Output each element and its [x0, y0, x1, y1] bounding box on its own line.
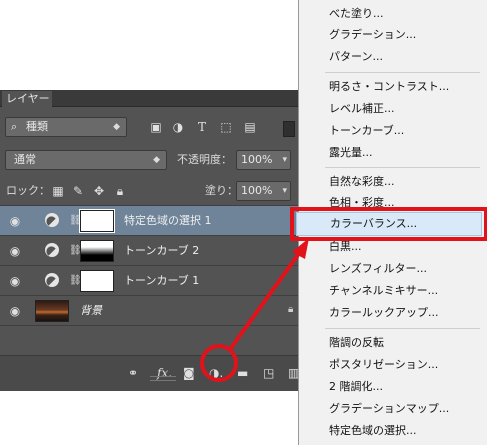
blend-row: 通常 ◆ 不透明度： 100% ▾: [0, 150, 300, 172]
fill-label: 塗り：: [205, 184, 238, 197]
menu-item[interactable]: 白黒...: [329, 240, 362, 254]
layer-row-background[interactable]: ◉ 背景 🔒︎: [0, 296, 300, 326]
menu-item[interactable]: パターン...: [329, 50, 383, 64]
menu-item[interactable]: レンズフィルター...: [329, 262, 427, 276]
layer-name: 特定色域の選択 1: [124, 214, 212, 227]
layer-list: ◉ ⛓︎ 特定色域の選択 1 ◉ ⛓︎ トーンカーブ 2 ◉ ⛓︎ トーンカーブ…: [0, 205, 300, 326]
layer-row-selective-color[interactable]: ◉ ⛓︎ 特定色域の選択 1: [0, 206, 300, 236]
layer-mask-thumbnail[interactable]: [80, 240, 114, 262]
layer-row-curves-2[interactable]: ◉ ⛓︎ トーンカーブ 2: [0, 236, 300, 266]
adjustment-filter-icon[interactable]: ◑: [170, 119, 186, 135]
menu-separator: [325, 167, 480, 168]
adjustment-layer-icon: [45, 243, 59, 257]
menu-item[interactable]: チャンネルミキサー...: [329, 284, 438, 298]
link-icon[interactable]: ⚭: [128, 366, 138, 380]
layer-lock-icon: 🔒︎: [288, 304, 294, 315]
adjustment-layer-icon: [45, 273, 59, 287]
menu-item[interactable]: 2 階調化...: [329, 380, 383, 394]
panel-footer: ⚭ fx. ◙ ◑. ▬ ◳ ▥: [0, 355, 300, 391]
menu-item[interactable]: カラールックアップ...: [329, 306, 439, 320]
panel-tab-bar: レイヤー: [0, 90, 300, 107]
image-filter-icon[interactable]: ▣: [148, 119, 164, 135]
lock-image-icon[interactable]: ✎: [70, 183, 86, 199]
fill-input[interactable]: 100% ▾: [236, 181, 291, 201]
dropdown-arrow-icon: ◆: [113, 122, 120, 132]
layers-panel: レイヤー ⌕ 種類 ◆ ▣ ◑ T ⬚ ▤ 通常 ◆ 不透明度： 100% ▾ …: [0, 90, 300, 391]
add-mask-icon[interactable]: ◙: [183, 366, 195, 380]
filter-kind-dropdown[interactable]: ⌕ 種類 ◆: [5, 117, 127, 137]
fill-arrow-icon[interactable]: ▾: [282, 182, 287, 200]
layer-mask-thumbnail[interactable]: [79, 209, 115, 233]
menu-item[interactable]: ポスタリゼーション...: [329, 358, 438, 372]
folder-icon[interactable]: ▬: [237, 366, 248, 380]
menu-separator: [325, 72, 480, 73]
dropdown-arrow-icon: ◆: [153, 155, 160, 165]
visibility-eye-icon[interactable]: ◉: [8, 214, 22, 228]
search-icon: ⌕: [11, 120, 18, 133]
layer-name: 背景: [80, 304, 102, 317]
lock-row: ロック： ▦ ✎ ✥ 🔒︎ 塗り： 100% ▾: [0, 180, 300, 202]
annotation-highlight-box: [290, 207, 487, 241]
opacity-input[interactable]: 100% ▾: [236, 150, 291, 170]
opacity-label: 不透明度：: [177, 153, 232, 166]
background-thumbnail: [35, 300, 69, 322]
layer-name: トーンカーブ 2: [124, 244, 200, 257]
menu-item[interactable]: 露光量...: [329, 146, 373, 160]
lock-transparent-icon[interactable]: ▦: [50, 183, 66, 199]
opacity-value: 100%: [241, 153, 273, 166]
menu-item[interactable]: レベル補正...: [329, 102, 395, 116]
resize-grip[interactable]: [150, 376, 176, 381]
smart-object-filter-icon[interactable]: ▤: [242, 119, 258, 135]
visibility-eye-icon[interactable]: ◉: [8, 274, 22, 288]
adjustment-layer-icon: [45, 213, 59, 227]
blend-mode-value: 通常: [14, 153, 36, 166]
opacity-arrow-icon[interactable]: ▾: [282, 151, 287, 169]
menu-item[interactable]: 特定色域の選択...: [329, 424, 417, 438]
lock-position-icon[interactable]: ✥: [91, 183, 107, 199]
layer-row-curves-1[interactable]: ◉ ⛓︎ トーンカーブ 1: [0, 266, 300, 296]
annotation-circle: [200, 344, 238, 382]
menu-item[interactable]: べた塗り...: [329, 7, 384, 21]
filter-kind-value: 種類: [26, 120, 48, 133]
menu-item[interactable]: トーンカーブ...: [329, 124, 404, 138]
lock-all-icon[interactable]: 🔒︎: [112, 183, 128, 199]
lock-label: ロック：: [6, 184, 50, 197]
fill-value: 100%: [241, 184, 273, 197]
menu-item[interactable]: グラデーションマップ...: [329, 402, 449, 416]
filter-row: ⌕ 種類 ◆ ▣ ◑ T ⬚ ▤: [0, 117, 300, 139]
layer-name: トーンカーブ 1: [124, 274, 200, 287]
blend-mode-dropdown[interactable]: 通常 ◆: [5, 150, 167, 170]
filter-toggle[interactable]: [283, 121, 295, 137]
menu-item[interactable]: グラデーション...: [329, 28, 416, 42]
new-layer-icon[interactable]: ◳: [263, 366, 274, 380]
visibility-eye-icon[interactable]: ◉: [8, 244, 22, 258]
tab-layers[interactable]: レイヤー: [2, 91, 52, 107]
menu-item[interactable]: 自然な彩度...: [329, 175, 395, 189]
visibility-eye-icon[interactable]: ◉: [8, 304, 22, 318]
menu-item[interactable]: 階調の反転: [329, 336, 384, 350]
text-filter-icon[interactable]: T: [194, 119, 210, 135]
menu-separator: [325, 328, 480, 329]
layer-mask-thumbnail[interactable]: [80, 270, 114, 292]
shape-filter-icon[interactable]: ⬚: [218, 119, 234, 135]
menu-item[interactable]: 明るさ・コントラスト...: [329, 80, 449, 94]
